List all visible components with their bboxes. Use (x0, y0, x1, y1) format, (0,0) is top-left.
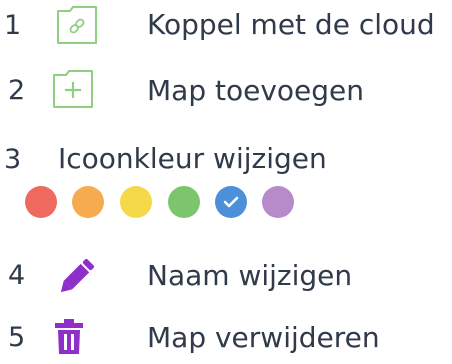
item-number: 1 (4, 10, 22, 41)
menu-item-label: Koppel met de cloud (147, 8, 435, 41)
color-swatch-green[interactable] (168, 186, 200, 218)
item-number: 4 (8, 260, 26, 291)
item-number: 3 (4, 144, 22, 175)
item-number: 5 (8, 322, 26, 353)
menu-item-label: Map toevoegen (147, 74, 364, 107)
item-number: 2 (8, 75, 26, 106)
color-swatch-orange[interactable] (72, 186, 104, 218)
menu-item-label: Icoonkleur wijzigen (58, 142, 327, 175)
pencil-icon (60, 259, 94, 293)
link-folder-icon (57, 6, 97, 44)
checkmark-icon (223, 196, 239, 208)
add-folder-icon (53, 70, 93, 108)
menu-item-label: Naam wijzigen (147, 259, 353, 292)
menu-item-label: Map verwijderen (147, 321, 380, 354)
color-swatch-red[interactable] (25, 186, 57, 218)
color-swatch-blue[interactable] (215, 186, 247, 218)
trash-icon (55, 319, 83, 354)
color-swatch-yellow[interactable] (120, 186, 152, 218)
color-swatch-purple[interactable] (262, 186, 294, 218)
